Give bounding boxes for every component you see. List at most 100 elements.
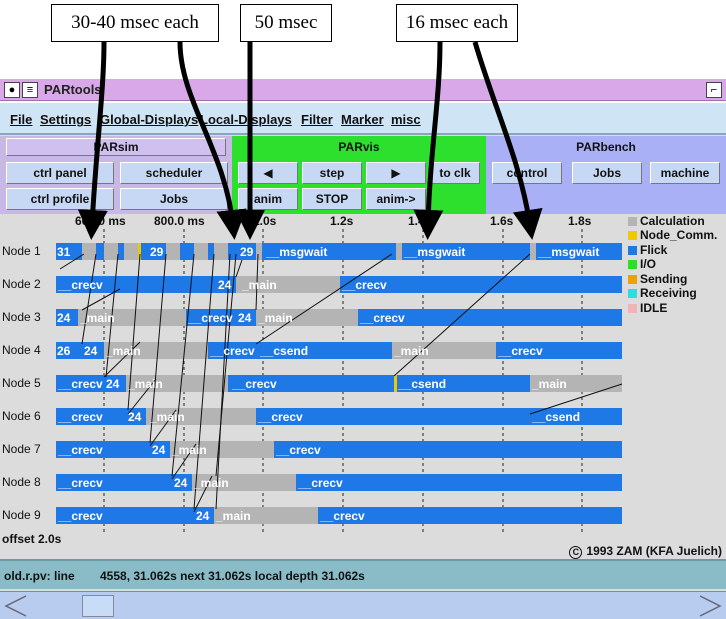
- menu-file[interactable]: File: [10, 112, 32, 127]
- menu-global-displays[interactable]: Global-Displays: [100, 112, 198, 127]
- callout-50-msec: 50 msec: [240, 4, 332, 42]
- segment-label: _main: [194, 476, 229, 490]
- legend-io: I/O: [628, 257, 656, 271]
- scroll-left-icon[interactable]: [2, 594, 28, 618]
- svg-text:24: 24: [57, 311, 71, 325]
- trace-bars: 31 29 29 24 24 26 24 24 24 24 24 24 24: [56, 229, 623, 534]
- svg-text:31: 31: [57, 245, 71, 259]
- segment-label: __csend: [398, 377, 447, 391]
- svg-text:24: 24: [84, 344, 98, 358]
- svg-text:24: 24: [128, 410, 142, 424]
- segment-label: _main: [216, 509, 251, 523]
- title-bar[interactable]: ● ≡ PARtools ⌐: [0, 79, 726, 101]
- machine-button[interactable]: machine: [650, 162, 720, 184]
- control-button[interactable]: control: [492, 162, 562, 184]
- segment-label: __crecv: [58, 509, 103, 523]
- parbench-jobs-button[interactable]: Jobs: [572, 162, 642, 184]
- svg-text:24: 24: [218, 278, 232, 292]
- segment-label: __csend: [532, 410, 581, 424]
- menu-marker[interactable]: Marker: [341, 112, 384, 127]
- parbench-panel: PARbench control Jobs machine: [486, 136, 726, 214]
- segment-label: __crecv: [276, 443, 321, 457]
- copyright-text: C 1993 ZAM (KFA Juelich): [569, 544, 722, 559]
- scheduler-button[interactable]: scheduler: [120, 162, 228, 184]
- ctrl-profile-button[interactable]: ctrl profile: [6, 188, 114, 210]
- segment-label: __csend: [260, 344, 309, 358]
- step-forward-button[interactable]: ▶: [366, 162, 426, 184]
- svg-text:24: 24: [106, 377, 120, 391]
- ctrl-panel-button[interactable]: ctrl panel: [6, 162, 114, 184]
- stop-button[interactable]: STOP: [302, 188, 362, 210]
- window-doc-icon[interactable]: ≡: [22, 82, 38, 98]
- horizontal-scrollbar[interactable]: [0, 591, 726, 619]
- anim-forward-button[interactable]: anim->: [366, 188, 426, 210]
- menu-bar: File Settings Global-Displays Local-Disp…: [0, 101, 726, 135]
- segment-label: __crecv: [342, 278, 387, 292]
- svg-text:24: 24: [152, 443, 166, 457]
- segment-label: _main: [532, 377, 567, 391]
- offset-label: offset 2.0s: [2, 532, 62, 546]
- segment-label: __crecv: [58, 278, 103, 292]
- parsim-jobs-button[interactable]: Jobs: [120, 188, 228, 210]
- svg-text:29: 29: [240, 245, 254, 259]
- segment-label: _main: [172, 443, 207, 457]
- segment-label: __crecv: [498, 344, 543, 358]
- node-7-bar: [56, 441, 622, 458]
- segment-label: _main: [258, 311, 293, 325]
- segment-label: __crecv: [320, 509, 365, 523]
- parvis-panel: PARvis ◀ step ▶ to clk anim STOP anim->: [232, 136, 486, 214]
- segment-label: __msgwait: [404, 245, 466, 259]
- segment-label: _main: [150, 410, 185, 424]
- segment-label: __msgwait: [538, 245, 600, 259]
- anim-button[interactable]: anim: [238, 188, 298, 210]
- step-button[interactable]: step: [302, 162, 362, 184]
- parvis-title: PARvis: [338, 140, 380, 154]
- resize-icon[interactable]: ⌐: [706, 82, 722, 98]
- svg-text:29: 29: [150, 245, 164, 259]
- segment-label: __crecv: [58, 410, 103, 424]
- node-2-bar: [56, 276, 622, 293]
- window-title: PARtools: [44, 82, 102, 97]
- svg-text:24: 24: [196, 509, 210, 523]
- copyright-icon: C: [569, 546, 583, 559]
- window-menu-icon[interactable]: ●: [4, 82, 20, 98]
- segment-label: __msgwait: [266, 245, 328, 259]
- partools-window: ● ≡ PARtools ⌐ File Settings Global-Disp…: [0, 79, 726, 619]
- segment-label: _main: [106, 344, 141, 358]
- callout-30-40-msec: 30-40 msec each: [51, 4, 219, 42]
- segment-label: __crecv: [58, 443, 103, 457]
- node-3-bar: [56, 309, 622, 326]
- segment-label: __crecv: [58, 476, 103, 490]
- step-back-button[interactable]: ◀: [238, 162, 298, 184]
- parsim-panel: PARsim ctrl panel scheduler ctrl profile…: [0, 136, 232, 214]
- callout-16-msec: 16 msec each: [396, 4, 518, 42]
- menu-misc[interactable]: misc: [391, 112, 421, 127]
- status-file: old.r.pv: line: [4, 569, 75, 583]
- legend-node-comm: Node_Comm.: [628, 228, 717, 242]
- segment-label: __crecv: [298, 476, 343, 490]
- segment-label: __crecv: [232, 377, 277, 391]
- segment-label: __crecv: [210, 344, 255, 358]
- status-bar: old.r.pv: line 4558, 31.062s next 31.062…: [0, 559, 726, 589]
- menu-filter[interactable]: Filter: [301, 112, 333, 127]
- parbench-title: PARbench: [576, 140, 636, 154]
- status-info: 4558, 31.062s next 31.062s local depth 3…: [100, 569, 365, 583]
- menu-local-displays[interactable]: Local-Displays: [200, 112, 292, 127]
- legend-sending: Sending: [628, 272, 687, 286]
- segment-label: _main: [128, 377, 163, 391]
- legend-receiving: Receiving: [628, 286, 697, 300]
- parsim-title-button[interactable]: PARsim: [6, 138, 226, 156]
- svg-text:24: 24: [174, 476, 188, 490]
- legend-idle: IDLE: [628, 301, 667, 315]
- to-clk-button[interactable]: to clk: [430, 162, 480, 184]
- segment-label: __crecv: [258, 410, 303, 424]
- segment-label: _main: [242, 278, 277, 292]
- scroll-right-icon[interactable]: [698, 594, 724, 618]
- menu-settings[interactable]: Settings: [40, 112, 91, 127]
- segment-label: _main: [80, 311, 115, 325]
- svg-text:24: 24: [238, 311, 252, 325]
- segment-label: __crecv: [58, 377, 103, 391]
- scroll-thumb[interactable]: [82, 595, 114, 617]
- segment-label: __crecv: [360, 311, 405, 325]
- legend-flick: Flick: [628, 243, 667, 257]
